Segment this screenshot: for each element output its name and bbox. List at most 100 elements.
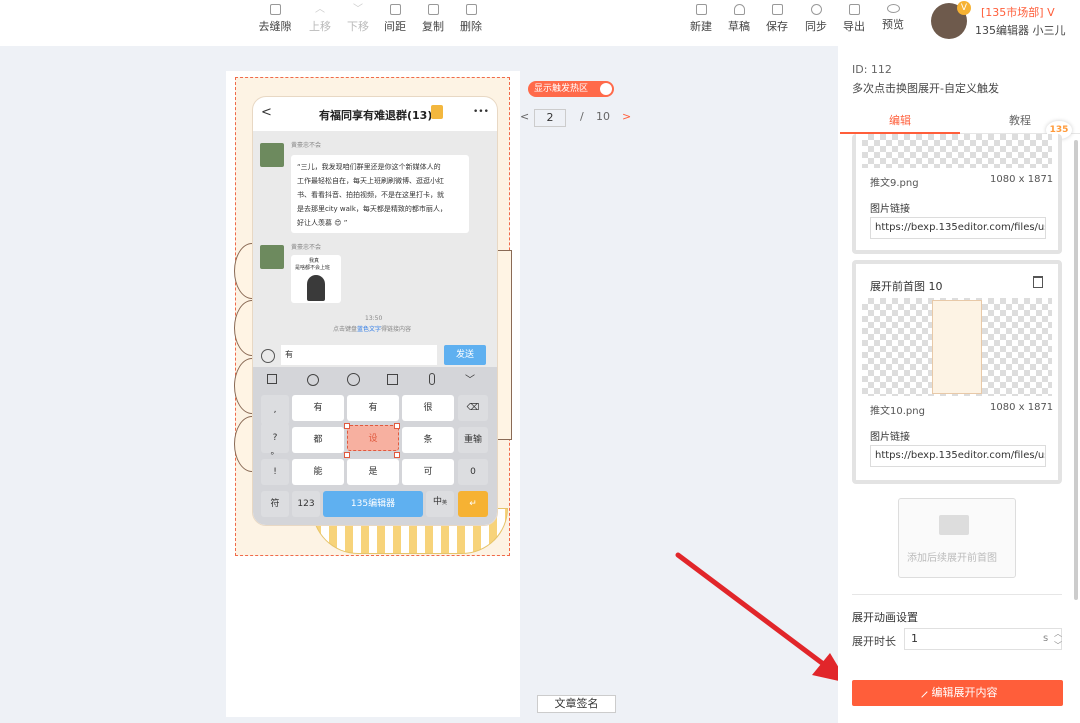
add-image-button[interactable]: 添加后续展开前首图 — [898, 498, 1016, 578]
collapse-icon[interactable]: ﹀ — [465, 371, 475, 386]
next-page-icon[interactable]: > — [622, 110, 631, 123]
key[interactable]: ! — [261, 459, 289, 485]
article-signature-button[interactable]: 文章签名 — [537, 695, 616, 713]
remove-gap-button[interactable]: 去缝隙 — [257, 4, 293, 34]
vip-badge: V — [957, 1, 971, 15]
annotation-arrow — [675, 552, 848, 683]
trash-icon[interactable] — [1033, 276, 1043, 288]
ai-icon[interactable] — [307, 374, 319, 386]
key[interactable]: 条 — [402, 427, 454, 453]
resize-handle[interactable] — [344, 423, 350, 429]
copy-button[interactable]: 复制 — [415, 4, 451, 34]
page-input[interactable]: 2 — [534, 109, 566, 127]
key[interactable]: 能 — [292, 459, 344, 485]
new-button[interactable]: 新建 — [683, 4, 719, 34]
resize-handle[interactable] — [394, 452, 400, 458]
key[interactable]: 很 — [402, 395, 454, 421]
new-file-icon — [695, 4, 707, 15]
thumbnail — [862, 134, 1052, 168]
preview-button[interactable]: 预览 — [875, 4, 911, 32]
image-size: 1080 x 1871 — [990, 174, 1054, 185]
image-url-input[interactable]: https://bexp.135editor.com/files/user — [870, 217, 1046, 239]
edit-icon[interactable] — [387, 374, 398, 385]
sync-button[interactable]: 同步 — [798, 4, 834, 34]
more-icon: ••• — [473, 107, 489, 117]
move-up-button[interactable]: ︿ 上移 — [302, 4, 338, 34]
keyboard: ﹀ , ? 。 ! 有 有 很 ⌫ 都 设 条 重输 能 是 可 0 符 123… — [253, 367, 497, 525]
page-total: 10 — [596, 110, 610, 123]
tab-edit[interactable]: 编辑 — [840, 110, 960, 134]
card-title: 展开前首图 10 — [870, 280, 943, 293]
show-hotspot-toggle[interactable]: 显示触发热区 — [528, 81, 614, 97]
image-card: 展开前首图 10 推文10.png 1080 x 1871 图片链接 https… — [852, 260, 1062, 484]
top-toolbar: 去缝隙 ︿ 上移 ﹀ 下移 间距 复制 删除 新建 草稿 保存 同步 导出 预览 V… — [0, 0, 1080, 46]
emoji-icon[interactable] — [347, 373, 360, 386]
stepper-up-icon[interactable]: ︿ — [1054, 628, 1062, 639]
mic-icon[interactable] — [429, 373, 435, 385]
pencil-icon — [915, 686, 928, 698]
move-down-button[interactable]: ﹀ 下移 — [340, 4, 376, 34]
spacing-button[interactable]: 间距 — [377, 4, 413, 34]
sync-icon — [810, 4, 822, 15]
thumbnail-phone — [932, 300, 982, 394]
key[interactable]: 可 — [402, 459, 454, 485]
duration-input[interactable]: 1 — [904, 628, 1062, 650]
save-icon — [771, 4, 783, 15]
chevron-up-icon: ︿ — [315, 4, 325, 15]
key[interactable]: 都 — [292, 427, 344, 453]
voice-icon[interactable] — [261, 349, 275, 363]
chat-time: 13:50 — [365, 315, 383, 322]
girl-figure — [307, 275, 325, 301]
avatar — [260, 245, 284, 269]
avatar — [260, 143, 284, 167]
export-button[interactable]: 导出 — [836, 4, 872, 34]
enter-key[interactable]: ↵ — [458, 491, 488, 517]
symbol-key[interactable]: 符 — [261, 491, 289, 517]
lang-key[interactable]: 中英 — [426, 491, 454, 517]
delete-button[interactable]: 删除 — [453, 4, 489, 34]
image-card: 推文9.png 1080 x 1871 图片链接 https://bexp.13… — [852, 134, 1062, 254]
phone-mockup: < 有福同享有难退群(13) ••• 黄豪忠不会 “三儿，我发现咱们群里还是你这… — [252, 96, 498, 526]
stepper-down-icon[interactable]: ﹀ — [1054, 640, 1062, 651]
export-icon — [848, 4, 860, 15]
key[interactable]: 是 — [347, 459, 399, 485]
num-key[interactable]: 123 — [292, 491, 320, 517]
resize-handle[interactable] — [394, 423, 400, 429]
prev-page-icon[interactable]: < — [520, 110, 529, 123]
anim-settings-title: 展开动画设置 — [852, 611, 918, 624]
key[interactable]: 有 — [292, 395, 344, 421]
send-button[interactable]: 发送 — [444, 345, 486, 365]
thumbnail — [862, 298, 1052, 396]
key-selected-hotspot[interactable]: 设 — [347, 425, 399, 451]
link-label: 图片链接 — [870, 204, 910, 215]
edit-expanded-content-button[interactable]: 编辑展开内容 — [852, 680, 1063, 706]
account-name: 135编辑器 小三儿 — [975, 24, 1066, 37]
back-icon: < — [261, 105, 272, 120]
resize-handle[interactable] — [344, 452, 350, 458]
zero-key[interactable]: 0 — [458, 459, 488, 485]
key[interactable]: , — [261, 395, 289, 425]
draft-button[interactable]: 草稿 — [721, 4, 757, 34]
key[interactable]: 有 — [347, 395, 399, 421]
sticker-image: 我真 是啥都不会上班 — [291, 255, 341, 303]
image-url-input[interactable]: https://bexp.135editor.com/files/user — [870, 445, 1046, 467]
backspace-key[interactable]: ⌫ — [458, 395, 488, 421]
component-id: ID: 112 — [852, 63, 892, 76]
retype-key[interactable]: 重输 — [458, 427, 488, 453]
chat-tip: 点击键盘蓝色文字得链接内容 — [333, 326, 412, 333]
save-button[interactable]: 保存 — [759, 4, 795, 34]
image-filename: 推文10.png — [870, 406, 925, 417]
chat-title: 有福同享有难退群(13) — [319, 109, 433, 122]
message-input[interactable]: 有 — [281, 345, 437, 365]
beer-icon — [431, 105, 443, 119]
spacing-icon — [389, 4, 401, 15]
image-filename: 推文9.png — [870, 178, 919, 189]
apps-icon[interactable] — [267, 374, 277, 384]
space-key[interactable]: 135编辑器 — [323, 491, 423, 517]
image-size: 1080 x 1871 — [990, 402, 1054, 413]
account-org-dropdown[interactable]: [135市场部] V — [981, 4, 1055, 20]
gap-icon — [269, 4, 281, 15]
trash-icon — [465, 4, 477, 15]
duration-unit: s — [1043, 633, 1049, 644]
panel-scrollbar[interactable] — [1074, 140, 1078, 600]
